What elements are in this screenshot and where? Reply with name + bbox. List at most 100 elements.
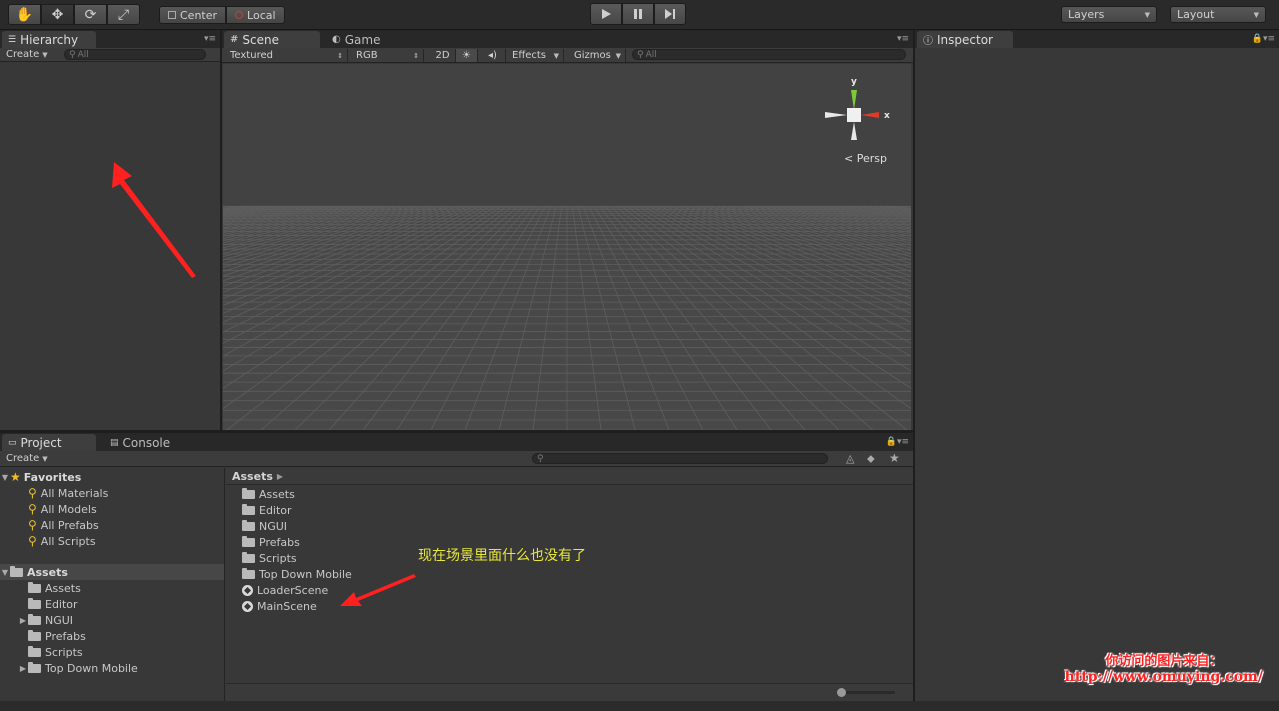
tab-inspector[interactable]: ⓘ Inspector [917, 31, 1013, 48]
asset-folder-item[interactable]: Assets [242, 486, 295, 502]
gizmo-center-cube[interactable] [847, 108, 861, 122]
layers-dropdown[interactable]: Layers ▼ [1061, 6, 1157, 23]
chevron-down-icon: ▼ [42, 50, 48, 59]
favorite-item[interactable]: ⚲ All Scripts [28, 533, 224, 549]
folder-icon [28, 645, 41, 657]
render-mode-dropdown[interactable]: RGB ⇕ [352, 49, 424, 62]
tab-game-label: Game [344, 32, 381, 47]
tree-folder-item[interactable]: ▶ Top Down Mobile [18, 660, 224, 676]
tab-console[interactable]: ▤ Console [104, 434, 184, 451]
hand-tool-button[interactable]: ✋ [8, 4, 41, 25]
tree-folder-label: Prefabs [45, 629, 86, 643]
favorite-star-icon[interactable]: ★ [889, 451, 900, 465]
breadcrumb-assets[interactable]: Assets [232, 470, 273, 483]
rotate-tool-button[interactable]: ⟳ [74, 4, 107, 25]
favorite-item[interactable]: ⚲ All Models [28, 501, 224, 517]
rotate-icon: ⟳ [84, 6, 97, 23]
project-search[interactable]: ⚲ [532, 453, 828, 464]
breadcrumb: Assets ▶ [226, 468, 913, 485]
hierarchy-content[interactable] [0, 63, 220, 430]
tree-folder-item[interactable]: Prefabs [18, 628, 224, 644]
project-search-input[interactable] [545, 453, 827, 464]
tab-hierarchy[interactable]: ☰ Hierarchy [2, 31, 96, 48]
tree-folder-item[interactable]: Scripts [18, 644, 224, 660]
play-button[interactable] [590, 3, 622, 25]
filter-type-icon[interactable]: ◬ [846, 452, 854, 465]
gizmo-x-arrow[interactable] [861, 112, 879, 118]
expand-arrow-icon[interactable]: ▶ [18, 664, 28, 673]
asset-folder-item[interactable]: Scripts [242, 550, 297, 566]
favorite-item[interactable]: ⚲ All Prefabs [28, 517, 224, 533]
search-icon: ⚲ [28, 502, 37, 516]
favorites-label: Favorites [23, 470, 82, 484]
speaker-icon: ◂) [488, 50, 497, 61]
scene-viewport[interactable]: y x < Persp [223, 64, 911, 430]
asset-scene-item[interactable]: LoaderScene [242, 582, 328, 598]
search-icon: ⚲ [537, 453, 544, 464]
panel-menu-icon[interactable]: ▾≡ [897, 34, 909, 44]
pause-button[interactable] [622, 3, 654, 25]
mode-2d-toggle[interactable]: 2D [430, 49, 456, 62]
tree-folder-item[interactable]: Editor [18, 596, 224, 612]
tree-folder-item[interactable]: Assets [18, 580, 224, 596]
expand-arrow-icon[interactable]: ▼ [0, 473, 10, 482]
favorite-item-label: All Scripts [40, 534, 96, 548]
lock-menu-icon[interactable]: 🔒▾≡ [1252, 34, 1275, 44]
hierarchy-create-button[interactable]: Create ▼ [0, 49, 54, 60]
expand-arrow-icon[interactable]: ▼ [0, 568, 10, 577]
watermark-line1: 你访问的图片来自： [1105, 654, 1223, 669]
asset-folder-item[interactable]: Editor [242, 502, 292, 518]
scene-gizmo[interactable]: y x [821, 70, 901, 150]
scale-tool-button[interactable]: ⤢ [107, 4, 140, 25]
hierarchy-search-input[interactable] [77, 49, 205, 60]
asset-folder-label: Prefabs [259, 535, 300, 549]
favorites-header[interactable]: ▼ ★ Favorites [0, 469, 224, 485]
asset-folder-item[interactable]: Prefabs [242, 534, 300, 550]
persp-toggle[interactable]: < Persp [844, 152, 887, 165]
assets-header[interactable]: ▼ Assets [0, 564, 224, 580]
play-icon [602, 9, 611, 19]
tab-game[interactable]: ◐ Game [326, 31, 406, 48]
project-create-button[interactable]: Create ▼ [0, 453, 54, 464]
icon-size-slider[interactable] [837, 688, 895, 697]
gizmos-dropdown[interactable]: Gizmos ▼ [570, 49, 626, 62]
search-icon: ⚲ [637, 49, 644, 60]
asset-scene-item[interactable]: MainScene [242, 598, 317, 614]
layout-dropdown[interactable]: Layout ▼ [1170, 6, 1266, 23]
lock-menu-icon[interactable]: 🔒▾≡ [886, 437, 909, 447]
asset-folder-item[interactable]: Top Down Mobile [242, 566, 352, 582]
effects-dropdown[interactable]: Effects ▼ [508, 49, 564, 62]
panel-menu-icon[interactable]: ▾≡ [204, 34, 216, 44]
list-icon: ☰ [8, 34, 17, 45]
chevron-down-icon: ▼ [1253, 10, 1259, 19]
render-mode-label: RGB [356, 50, 378, 61]
audio-toggle[interactable]: ◂) [480, 49, 506, 62]
local-icon [235, 11, 244, 19]
asset-folder-item[interactable]: NGUI [242, 518, 287, 534]
favorite-item[interactable]: ⚲ All Materials [28, 485, 224, 501]
expand-arrow-icon[interactable]: ▶ [18, 616, 28, 625]
scene-search-input[interactable] [645, 49, 905, 60]
tab-project[interactable]: ▭ Project [2, 434, 96, 451]
scene-search[interactable]: ⚲ [632, 49, 906, 60]
shading-mode-dropdown[interactable]: Textured ⇕ [226, 49, 348, 62]
gizmo-neg-y-arrow[interactable] [851, 122, 857, 140]
step-button[interactable] [654, 3, 686, 25]
slider-handle[interactable] [837, 688, 846, 697]
pivot-local-button[interactable]: Local [226, 6, 285, 24]
tab-scene[interactable]: # Scene [224, 31, 320, 48]
hierarchy-search[interactable]: ⚲ [64, 49, 206, 60]
lighting-toggle[interactable]: ☀ [456, 49, 478, 62]
filter-label-icon[interactable]: ⬥ [867, 452, 875, 466]
pivot-label: Center [180, 8, 218, 22]
pivot-center-button[interactable]: Center [159, 6, 227, 24]
gizmo-neg-x-arrow[interactable] [825, 112, 847, 118]
watermark: 你访问的图片来自： http://www.omuying.com/ [1065, 650, 1263, 685]
tab-inspector-label: Inspector [937, 32, 993, 47]
tab-scene-label: Scene [242, 32, 279, 47]
move-tool-button[interactable]: ✥ [41, 4, 74, 25]
project-asset-list: Assets ▶ Assets Editor NGUI Prefabs Scri… [226, 468, 913, 683]
tree-folder-item[interactable]: ▶ NGUI [18, 612, 224, 628]
folder-icon: ▭ [8, 437, 17, 448]
gizmo-y-arrow[interactable] [851, 90, 857, 110]
